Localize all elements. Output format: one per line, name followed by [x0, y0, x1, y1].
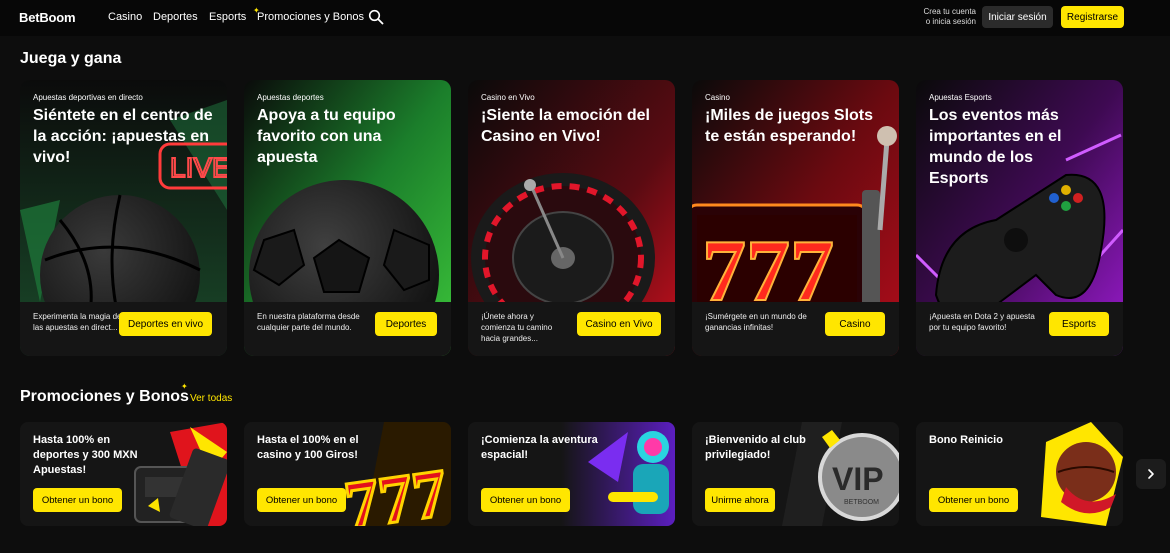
unirme-ahora-button[interactable]: Unirme ahora — [705, 488, 775, 512]
promo-title: Hasta el 100% en el casino y 100 Giros! — [257, 434, 359, 461]
signup-hint-line2: o inicia sesión — [925, 17, 976, 26]
chevron-right-icon — [1148, 469, 1154, 479]
card-title: ¡Siente la emoción del Casino en Vivo! — [481, 107, 650, 145]
obtener-bono-button[interactable]: Obtener un bono — [929, 488, 1018, 512]
signup-hint-line1: Crea tu cuenta — [923, 7, 976, 16]
card-category: Apuestas deportivas en directo — [33, 93, 143, 102]
card-live-sports[interactable]: LIVE Apuestas deportivas en directo Sién… — [20, 80, 227, 356]
promo-title: ¡Bienvenido al club privilegiado! — [705, 434, 806, 461]
obtener-bono-button[interactable]: Obtener un bono — [33, 488, 122, 512]
sparkle-icon: ✦ — [181, 382, 188, 391]
card-category: Apuestas Esports — [929, 93, 992, 102]
betboom-logo[interactable]: BetBoom — [19, 10, 76, 25]
esports-button[interactable]: Esports — [1049, 312, 1109, 336]
obtener-bono-button[interactable]: Obtener un bono — [257, 488, 346, 512]
promo-title: Bono Reinicio — [929, 434, 1003, 446]
card-description: ¡Sumérgete en un mundo de ganancias infi… — [705, 312, 807, 332]
promo-title: Hasta 100% en deportes y 300 MXN Apuesta… — [33, 434, 138, 476]
card-title: Apoya a tu equipo favorito con una apues… — [257, 107, 396, 166]
card-live-casino[interactable]: Casino en Vivo ¡Siente la emoción del Ca… — [468, 80, 675, 356]
card-category: Casino — [705, 93, 730, 102]
card-title: Siéntete en el centro de la acción: ¡apu… — [33, 107, 213, 166]
nav-esports[interactable]: Esports — [209, 11, 246, 23]
card-slots[interactable]: 777 Casino ¡Miles de juegos Slots te est… — [692, 80, 899, 356]
promo-card-deportes[interactable]: Hasta 100% en deportes y 300 MXN Apuesta… — [20, 422, 227, 526]
vip-text: VIP — [832, 461, 884, 497]
deportes-en-vivo-button[interactable]: Deportes en vivo — [119, 312, 212, 336]
deportes-button[interactable]: Deportes — [375, 312, 437, 336]
vip-subtext: BETBOOM — [844, 499, 879, 506]
card-title: ¡Miles de juegos Slots te están esperand… — [705, 107, 874, 145]
obtener-bono-button[interactable]: Obtener un bono — [481, 488, 570, 512]
login-button[interactable]: Iniciar sesión — [982, 6, 1053, 28]
card-category: Casino en Vivo — [481, 93, 535, 102]
top-header: BetBoom Casino Deportes Esports ✦ Promoc… — [0, 0, 1170, 36]
section-title-promociones: Promociones y Bonos — [20, 388, 189, 405]
nav-promociones[interactable]: ✦ Promociones y Bonos — [253, 6, 364, 23]
search-icon[interactable] — [368, 9, 384, 25]
nav-deportes[interactable]: Deportes — [153, 11, 198, 23]
promo-card-reinicio[interactable]: Bono Reinicio Obtener un bono — [916, 422, 1123, 526]
section-title-juega: Juega y gana — [20, 50, 122, 67]
signup-hint: Crea tu cuenta o inicia sesión — [912, 7, 976, 27]
promo-card-casino[interactable]: 777 Hasta el 100% en el casino y 100 Gir… — [244, 422, 451, 526]
ver-todas-link[interactable]: Ver todas — [190, 393, 232, 404]
nav-promociones-label: Promociones y Bonos — [257, 11, 364, 23]
register-button[interactable]: Registrarse — [1061, 6, 1124, 28]
card-description: ¡Únete ahora y comienza tu camino hacia … — [481, 312, 553, 343]
card-description: Experimenta la magia de las apuestas en … — [33, 312, 122, 332]
card-title: Los eventos más importantes en el mundo … — [929, 107, 1062, 187]
casino-button[interactable]: Casino — [825, 312, 885, 336]
promo-card-vip[interactable]: VIP BETBOOM ¡Bienvenido al club privileg… — [692, 422, 899, 526]
card-category: Apuestas deportes — [257, 93, 324, 102]
promo-card-espacial[interactable]: ¡Comienza la aventura espacial! Obtener … — [468, 422, 675, 526]
card-esports[interactable]: Apuestas Esports Los eventos más importa… — [916, 80, 1123, 356]
casino-en-vivo-button[interactable]: Casino en Vivo — [577, 312, 661, 336]
card-description: ¡Apuesta en Dota 2 y apuesta por tu equi… — [929, 312, 1035, 332]
card-sports[interactable]: Apuestas deportes Apoya a tu equipo favo… — [244, 80, 451, 356]
nav-casino[interactable]: Casino — [108, 11, 142, 23]
card-description: En nuestra plataforma desde cualquier pa… — [257, 312, 360, 332]
promo-title: ¡Comienza la aventura espacial! — [481, 434, 598, 461]
sparkle-icon: ✦ — [253, 6, 260, 15]
carousel-next-button[interactable] — [1136, 459, 1166, 489]
